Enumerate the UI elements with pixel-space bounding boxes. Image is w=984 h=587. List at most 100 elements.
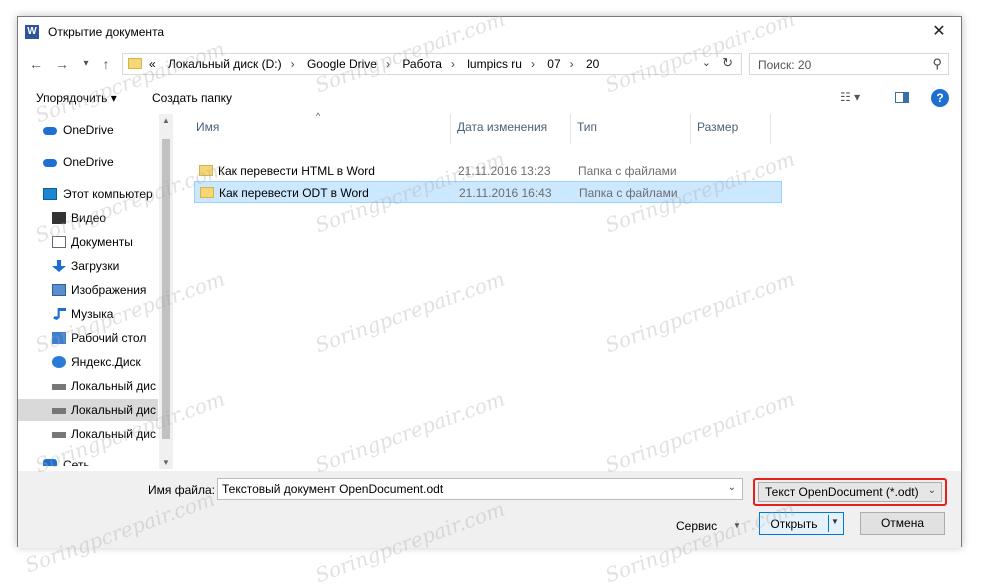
onedrive-icon — [43, 127, 57, 135]
sidebar-item-label: OneDrive — [63, 155, 114, 169]
sidebar-item-onedrive[interactable]: OneDrive — [18, 119, 158, 141]
sidebar-item-downloads[interactable]: Загрузки — [18, 255, 158, 277]
video-icon — [52, 212, 66, 224]
sidebar-item-pictures[interactable]: Изображения — [18, 279, 158, 301]
breadcrumb-item[interactable]: Локальный диск (D:) — [168, 57, 282, 71]
chevron-right-icon[interactable]: › — [570, 57, 574, 71]
yandex-disk-icon — [52, 356, 66, 368]
sidebar-scrollbar[interactable]: ▲ ▼ — [159, 114, 173, 469]
sidebar-item-onedrive[interactable]: OneDrive — [18, 151, 158, 173]
column-header-date[interactable]: Дата изменения — [457, 114, 547, 144]
scrollbar-thumb[interactable] — [162, 139, 170, 439]
file-row[interactable]: Как перевести HTML в Word 21.11.2016 13:… — [194, 160, 782, 182]
address-bar[interactable]: « Локальный диск (D:) › Google Drive › Раб… — [122, 53, 742, 75]
sidebar-item-label: Загрузки — [71, 259, 120, 273]
navigation-pane: OneDrive OneDrive Этот компьютер Видео Д… — [18, 114, 174, 466]
back-arrow-icon[interactable]: ← — [26, 54, 46, 74]
address-dropdown-icon[interactable]: ⌄ — [702, 56, 711, 69]
filename-label: Имя файла: — [148, 483, 215, 497]
column-divider[interactable] — [770, 114, 771, 144]
forward-arrow-icon[interactable]: → — [52, 54, 72, 74]
title-bar: W Открытие документа ✕ — [18, 17, 961, 47]
new-folder-button[interactable]: Создать папку — [152, 91, 232, 105]
open-button[interactable]: Открыть ▼ — [759, 512, 844, 535]
command-toolbar: Упорядочить ▾ Создать папку ☷ ▾ ? — [18, 87, 961, 111]
breadcrumb-item[interactable]: Google Drive — [307, 57, 377, 71]
file-type-filter[interactable]: Текст OpenDocument (*.odt) ⌄ — [758, 482, 942, 502]
search-icon[interactable]: ⚲ — [932, 56, 942, 72]
sidebar-item-label: Видео — [71, 211, 107, 225]
onedrive-icon — [43, 159, 57, 167]
chevron-down-icon[interactable]: ▼ — [733, 521, 741, 530]
breadcrumb-item[interactable]: Работа — [402, 57, 442, 71]
breadcrumb-item[interactable]: lumpics ru — [467, 57, 522, 71]
sidebar-item-label: Этот компьютер — [63, 187, 153, 201]
sidebar-item-this-pc[interactable]: Этот компьютер — [18, 183, 158, 205]
column-header-type[interactable]: Тип — [577, 114, 597, 144]
chevron-right-icon[interactable]: › — [531, 57, 535, 71]
file-name: Как перевести ODT в Word — [219, 186, 369, 200]
chevron-right-icon[interactable]: › — [386, 57, 390, 71]
sidebar-item-documents[interactable]: Документы — [18, 231, 158, 253]
search-input[interactable]: Поиск: 20 — [758, 58, 811, 72]
network-icon — [43, 459, 57, 466]
column-header-name[interactable]: Имя — [196, 114, 219, 144]
file-row[interactable]: Как перевести ODT в Word 21.11.2016 16:4… — [194, 181, 782, 203]
sidebar-item-label: Документы — [71, 235, 133, 249]
drive-icon — [52, 408, 66, 414]
sidebar-item-local-disk[interactable]: Локальный дис — [18, 423, 158, 445]
sidebar-item-label: OneDrive — [63, 123, 114, 137]
open-button-label: Открыть — [770, 517, 818, 531]
downloads-icon — [52, 260, 66, 272]
refresh-icon[interactable]: ↻ — [722, 55, 733, 71]
open-document-dialog: W Открытие документа ✕ ← → ▾ ↑ « Локальн… — [17, 16, 962, 548]
column-divider[interactable] — [450, 114, 451, 144]
sidebar-item-label: Музыка — [71, 307, 114, 321]
chevron-down-icon[interactable]: ⌄ — [928, 485, 936, 496]
breadcrumb-item[interactable]: 20 — [586, 57, 599, 71]
breadcrumb-overflow[interactable]: « — [149, 57, 156, 71]
filename-value[interactable]: Текстовый документ OpenDocument.odt — [222, 482, 443, 496]
help-icon[interactable]: ? — [931, 89, 949, 107]
sidebar-item-label: Яндекс.Диск — [71, 355, 141, 369]
pictures-icon — [52, 284, 66, 296]
scroll-up-icon[interactable]: ▲ — [159, 116, 173, 125]
sidebar-item-label: Локальный дис — [71, 427, 156, 441]
file-type-filter-highlight: Текст OpenDocument (*.odt) ⌄ — [753, 478, 947, 506]
change-view-icon[interactable]: ☷ ▾ — [840, 90, 860, 104]
sidebar-item-yandex-disk[interactable]: Яндекс.Диск — [18, 351, 158, 373]
sidebar-item-network[interactable]: Сеть — [18, 454, 158, 466]
navigation-row: ← → ▾ ↑ « Локальный диск (D:) › Google Dr… — [18, 50, 961, 78]
sidebar-item-desktop[interactable]: Рабочий стол — [18, 327, 158, 349]
sort-ascending-icon: ^ — [316, 111, 321, 121]
tools-button[interactable]: Сервис — [676, 519, 717, 533]
column-divider[interactable] — [690, 114, 691, 144]
sidebar-item-label: Локальный дис — [71, 403, 156, 417]
filename-field[interactable]: Текстовый документ OpenDocument.odt ⌄ — [217, 478, 743, 500]
sidebar-item-music[interactable]: Музыка — [18, 303, 158, 325]
column-header-size[interactable]: Размер — [697, 114, 738, 144]
close-button[interactable]: ✕ — [925, 21, 953, 43]
preview-pane-icon[interactable] — [895, 92, 909, 103]
recent-locations-chevron-icon[interactable]: ▾ — [76, 54, 96, 74]
up-arrow-icon[interactable]: ↑ — [96, 54, 116, 74]
chevron-down-icon[interactable]: ▼ — [831, 517, 839, 526]
folder-icon — [128, 58, 142, 69]
column-divider[interactable] — [570, 114, 571, 144]
chevron-down-icon[interactable]: ⌄ — [728, 482, 736, 493]
scroll-down-icon[interactable]: ▼ — [159, 458, 173, 467]
sidebar-item-local-disk[interactable]: Локальный дис — [18, 375, 158, 397]
sidebar-item-video[interactable]: Видео — [18, 207, 158, 229]
chevron-right-icon[interactable]: › — [291, 57, 295, 71]
cancel-button[interactable]: Отмена — [860, 512, 945, 535]
file-list: ^ Имя Дата изменения Тип Размер Как пере… — [190, 111, 961, 469]
chevron-right-icon[interactable]: › — [451, 57, 455, 71]
file-type: Папка с файлами — [578, 164, 677, 178]
breadcrumb-item[interactable]: 07 — [547, 57, 560, 71]
drive-icon — [52, 432, 66, 438]
sidebar-item-local-disk[interactable]: Локальный дис — [18, 399, 158, 421]
organize-button[interactable]: Упорядочить ▾ — [36, 91, 117, 105]
search-box[interactable]: Поиск: 20 ⚲ — [749, 53, 949, 75]
file-type-value: Текст OpenDocument (*.odt) — [765, 485, 919, 499]
documents-icon — [52, 236, 66, 248]
